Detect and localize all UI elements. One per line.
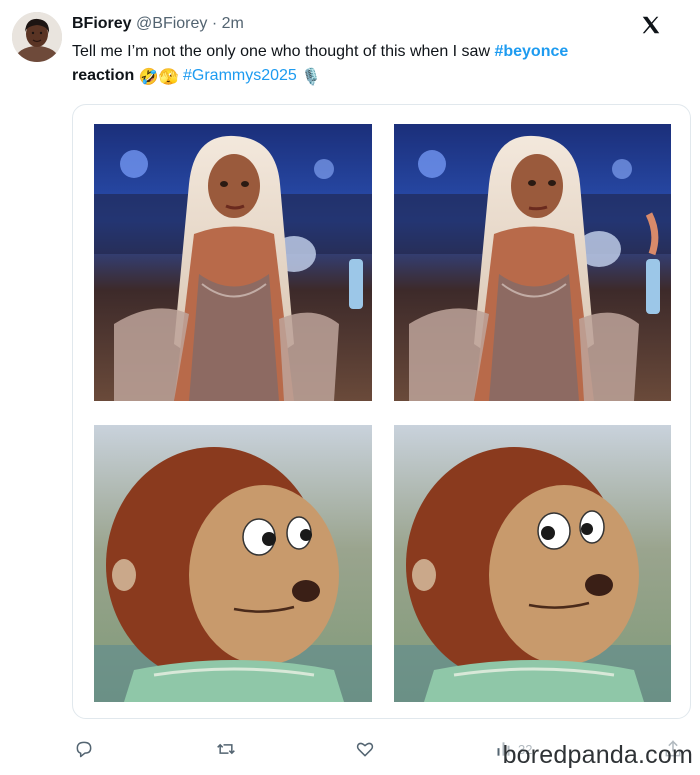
peeking-face-emoji: 🫣 bbox=[158, 69, 179, 86]
author-handle[interactable]: @BFiorey bbox=[136, 15, 207, 32]
tweet: BFiorey @BFiorey · 2m Tell me I’m not th… bbox=[0, 0, 700, 775]
retweet-icon bbox=[217, 743, 235, 755]
avatar[interactable] bbox=[12, 12, 62, 62]
media-panel-celebrity-1[interactable] bbox=[94, 124, 372, 401]
x-logo-icon[interactable] bbox=[640, 14, 662, 36]
retweet-button[interactable] bbox=[216, 736, 236, 762]
puppet-photo-icon bbox=[94, 425, 372, 702]
watermark: boredpanda.com bbox=[499, 741, 696, 769]
tweet-text-part2: reaction bbox=[72, 67, 135, 84]
media-panel-puppet-1[interactable] bbox=[94, 425, 372, 702]
media-card[interactable] bbox=[72, 104, 691, 719]
tweet-text: Tell me I’m not the only one who thought… bbox=[72, 40, 672, 88]
separator-dot: · bbox=[211, 15, 218, 32]
tweet-header: BFiorey @BFiorey · 2m bbox=[72, 14, 244, 34]
tweet-text-part1: Tell me I’m not the only one who thought… bbox=[72, 43, 495, 60]
post-time[interactable]: 2m bbox=[222, 15, 244, 32]
like-button[interactable] bbox=[355, 736, 375, 762]
heart-icon bbox=[356, 742, 374, 757]
hashtag-grammys2025[interactable]: #Grammys2025 bbox=[183, 67, 297, 84]
hashtag-beyonce[interactable]: #beyonce bbox=[494, 43, 568, 60]
media-panel-puppet-2[interactable] bbox=[394, 425, 671, 702]
rofl-emoji: 🤣 bbox=[138, 69, 159, 86]
celebrity-photo-icon bbox=[394, 124, 671, 401]
celebrity-photo-icon bbox=[94, 124, 372, 401]
profile-photo-icon bbox=[12, 12, 62, 62]
author-name[interactable]: BFiorey bbox=[72, 15, 132, 32]
reply-icon bbox=[76, 741, 92, 758]
puppet-photo-icon bbox=[394, 425, 671, 702]
reply-button[interactable] bbox=[74, 736, 94, 762]
gramophone-emoji: 🎙️ bbox=[301, 69, 322, 86]
media-panel-celebrity-2[interactable] bbox=[394, 124, 671, 401]
